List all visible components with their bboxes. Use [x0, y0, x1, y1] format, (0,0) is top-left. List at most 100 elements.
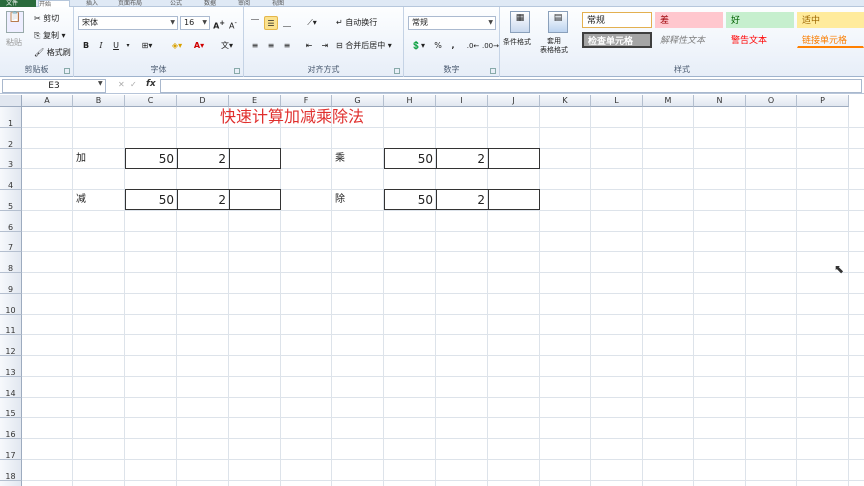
add-operand-a-cell[interactable]: 50 — [125, 148, 178, 169]
mul-operand-a-cell[interactable]: 50 — [384, 148, 437, 169]
column-header-K[interactable]: K — [540, 95, 591, 107]
percent-button[interactable]: % — [432, 39, 444, 53]
tab-view[interactable]: 视图 — [272, 0, 296, 7]
div-result-cell[interactable] — [488, 189, 540, 210]
style-linked-cell[interactable]: 链接单元格 — [797, 32, 864, 48]
row-header-1[interactable]: 1 — [0, 107, 22, 128]
row-header-3[interactable]: 3 — [0, 149, 22, 169]
font-launcher-icon[interactable] — [234, 68, 240, 74]
row-header-15[interactable]: 15 — [0, 398, 22, 418]
column-header-B[interactable]: B — [73, 95, 125, 107]
conditional-format-button[interactable]: 条件格式 — [503, 37, 531, 47]
align-middle-button[interactable]: ☰ — [264, 16, 278, 30]
column-header-C[interactable]: C — [125, 95, 177, 107]
increase-decimal-button[interactable]: .0← — [466, 39, 480, 53]
row-header-18[interactable]: 18 — [0, 460, 22, 481]
column-header-A[interactable]: A — [22, 95, 73, 107]
column-header-M[interactable]: M — [643, 95, 694, 107]
row-header-13[interactable]: 13 — [0, 356, 22, 377]
orientation-button[interactable]: ⟋▾ — [302, 16, 322, 30]
fill-color-button[interactable]: ◈▾ — [168, 39, 186, 53]
align-right-button[interactable]: ≡ — [280, 39, 294, 53]
cut-button[interactable]: ✂ 剪切 — [34, 13, 59, 24]
column-header-F[interactable]: F — [281, 95, 332, 107]
column-header-O[interactable]: O — [746, 95, 797, 107]
column-header-P[interactable]: P — [797, 95, 849, 107]
shrink-font-button[interactable]: A- — [227, 16, 239, 31]
row-header-17[interactable]: 17 — [0, 439, 22, 460]
row-header-14[interactable]: 14 — [0, 377, 22, 398]
row-header-6[interactable]: 6 — [0, 211, 22, 232]
paste-icon[interactable]: 📋 — [6, 11, 24, 33]
font-name-select[interactable]: 宋体 ▼ — [78, 16, 178, 30]
format-as-table-button[interactable]: 套用 表格格式 — [540, 37, 568, 55]
align-top-button[interactable]: ⎺ — [248, 16, 262, 30]
phonetic-button[interactable]: 文▾ — [218, 39, 236, 53]
mul-operand-b-cell[interactable]: 2 — [436, 148, 489, 169]
format-painter-button[interactable]: 🖌 格式刷 — [34, 47, 71, 58]
borders-button[interactable]: ⊞▾ — [138, 39, 156, 53]
row-header-12[interactable]: 12 — [0, 335, 22, 356]
row-header-10[interactable]: 10 — [0, 294, 22, 315]
add-operand-b-cell[interactable]: 2 — [177, 148, 230, 169]
sub-label-cell[interactable]: 减 — [73, 190, 125, 211]
bold-button[interactable]: B — [80, 39, 92, 53]
tab-formulas[interactable]: 公式 — [170, 0, 194, 7]
wrap-text-button[interactable]: ↵ 自动换行 — [336, 16, 402, 30]
number-launcher-icon[interactable] — [490, 68, 496, 74]
add-result-cell[interactable] — [229, 148, 281, 169]
style-check-cell[interactable]: 检查单元格 — [582, 32, 652, 48]
tab-home[interactable]: 开始 — [38, 0, 70, 7]
select-all-corner[interactable] — [0, 95, 22, 107]
underline-button[interactable]: U — [110, 39, 122, 53]
sub-operand-b-cell[interactable]: 2 — [177, 189, 230, 210]
div-operand-a-cell[interactable]: 50 — [384, 189, 437, 210]
sub-result-cell[interactable] — [229, 189, 281, 210]
add-label-cell[interactable]: 加 — [73, 149, 125, 170]
column-header-J[interactable]: J — [488, 95, 540, 107]
row-header-7[interactable]: 7 — [0, 232, 22, 252]
row-header-5[interactable]: 5 — [0, 190, 22, 211]
formula-input[interactable] — [160, 79, 862, 93]
number-format-select[interactable]: 常规 ▼ — [408, 16, 496, 30]
worksheet-grid[interactable]: A B C D E F G H I J K L M N O P 1 2 3 4 5 6 7 8 9 10 11 12 13 14 15 16 1… — [0, 95, 864, 486]
italic-button[interactable]: I — [95, 39, 107, 53]
row-header-16[interactable]: 16 — [0, 418, 22, 439]
align-center-button[interactable]: ≡ — [264, 39, 278, 53]
table-format-icon[interactable]: ▤ — [548, 11, 568, 33]
align-bottom-button[interactable]: ⎽ — [280, 16, 294, 30]
grow-font-button[interactable]: A+ — [213, 16, 225, 31]
column-header-H[interactable]: H — [384, 95, 436, 107]
row-header-2[interactable]: 2 — [0, 128, 22, 149]
chevron-down-icon[interactable]: ▼ — [98, 80, 103, 87]
row-header-4[interactable]: 4 — [0, 169, 22, 190]
style-normal[interactable]: 常规 — [582, 12, 652, 28]
column-header-I[interactable]: I — [436, 95, 488, 107]
row-header-9[interactable]: 9 — [0, 273, 22, 294]
mul-result-cell[interactable] — [488, 148, 540, 169]
style-explanatory[interactable]: 解释性文本 — [655, 32, 723, 48]
tab-page-layout[interactable]: 页面布局 — [118, 0, 158, 7]
font-color-button[interactable]: A▾ — [190, 39, 208, 53]
row-header-8[interactable]: 8 — [0, 252, 22, 273]
column-header-L[interactable]: L — [591, 95, 643, 107]
tab-data[interactable]: 数据 — [204, 0, 228, 7]
chevron-down-icon[interactable]: ▾ — [124, 39, 132, 53]
paste-button-label[interactable]: 粘贴 — [6, 37, 22, 48]
column-header-G[interactable]: G — [332, 95, 384, 107]
style-warning[interactable]: 警告文本 — [726, 32, 794, 48]
insert-function-button[interactable]: fx — [146, 79, 156, 89]
style-bad[interactable]: 差 — [655, 12, 723, 28]
style-neutral[interactable]: 适中 — [797, 12, 864, 28]
accounting-button[interactable]: 💲▾ — [408, 39, 428, 53]
alignment-launcher-icon[interactable] — [394, 68, 400, 74]
column-header-D[interactable]: D — [177, 95, 229, 107]
div-operand-b-cell[interactable]: 2 — [436, 189, 489, 210]
conditional-format-icon[interactable]: ▦ — [510, 11, 530, 33]
column-header-N[interactable]: N — [694, 95, 746, 107]
merge-center-button[interactable]: ⊟ 合并后居中 ▾ — [336, 39, 402, 53]
mul-label-cell[interactable]: 乘 — [332, 149, 384, 170]
row-header-19[interactable]: 19 — [0, 481, 22, 486]
div-label-cell[interactable]: 除 — [332, 190, 384, 211]
decrease-indent-button[interactable]: ⇤ — [302, 39, 316, 53]
